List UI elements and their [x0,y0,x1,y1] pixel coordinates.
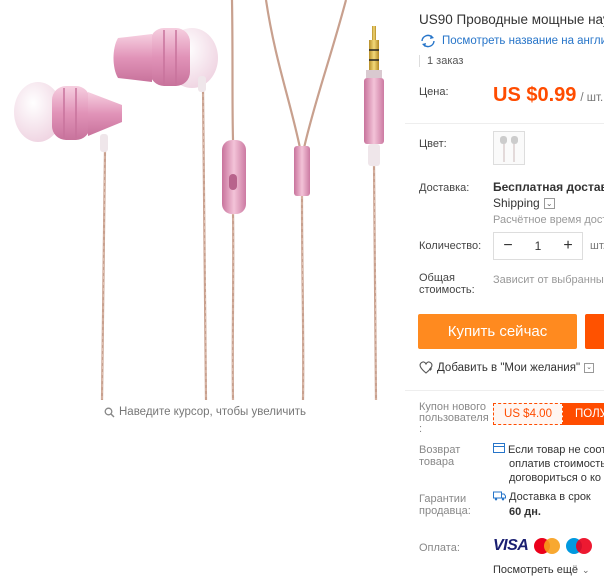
guarantee-info: Доставка в срок 60 дн. [493,490,591,520]
price-value: US $0.99/ шт. [493,84,603,107]
return-label-line2: товара [419,456,455,468]
guarantee-label-line1: Гарантии [419,493,467,505]
buy-now-button[interactable]: Купить сейчас [418,314,577,349]
coupon-get-button[interactable]: ПОЛУ [563,403,604,425]
product-title: US90 Проводные мощные нау [419,12,604,27]
price-label: Цена: [419,86,449,98]
mastercard-icon [534,537,561,555]
return-policy: Если товар не соот оплатив стоимость дог… [493,443,604,485]
delivery-time: Расчётное время дост [493,214,604,226]
price-unit: / шт. [580,92,604,104]
earphone-thumbnail-icon [500,136,518,162]
divider [405,390,604,391]
coupon-label: Купон нового пользователя : [419,402,489,435]
color-option-thumbnail[interactable] [493,131,525,165]
chevron-down-icon: ⌄ [584,362,595,373]
total-label-line2: стоимость: [419,284,475,296]
delivery-label: Доставка: [419,182,470,194]
maestro-icon [566,537,593,555]
orders-count: 1 заказ [419,55,463,67]
guarantee-line2: 60 дн. [509,506,541,518]
product-gallery: Наведите курсор, чтобы увеличить [0,0,405,579]
zoom-hint: Наведите курсор, чтобы увеличить [104,406,306,418]
quantity-increase-button[interactable]: + [562,237,574,255]
more-payment-link[interactable]: Посмотреть ещё ⌄ [493,564,590,576]
payment-label: Оплата: [419,542,460,554]
quantity-unit: шт. [590,240,604,252]
product-image[interactable] [0,0,405,400]
search-icon [104,407,115,417]
delivery-method-select[interactable]: Shipping ⌄ [493,196,555,210]
return-icon [493,443,505,453]
wishlist-button[interactable]: Добавить в "Мои желания" ⌄ [419,361,595,374]
coupon-label-line2: пользователя [419,412,489,424]
return-policy-line2: оплатив стоимость [509,458,604,470]
return-label: Возврат товара [419,444,460,468]
payment-methods: VISA [493,537,593,555]
quantity-label: Количество: [419,240,482,252]
total-value: Зависит от выбранны [493,274,604,286]
guarantee-line1: Доставка в срок [493,490,591,505]
delivery-free: Бесплатная доставка [493,180,604,194]
guarantee-label: Гарантии продавца: [419,493,471,517]
price-amount: US $0.99 [493,84,577,106]
return-label-line1: Возврат [419,444,461,456]
add-to-cart-button[interactable] [585,314,604,349]
product-info-panel: US90 Проводные мощные нау Посмотреть наз… [405,0,604,579]
heart-icon [419,361,433,374]
quantity-input[interactable]: 1 [535,239,542,253]
chevron-down-icon: ⌄ [543,197,555,209]
translate-row[interactable]: Посмотреть название на англи [419,34,604,48]
total-label-line1: Общая [419,272,455,284]
visa-icon: VISA [493,537,529,554]
zoom-hint-text: Наведите курсор, чтобы увеличить [119,406,307,418]
divider [405,123,604,124]
truck-icon [493,491,506,501]
total-label: Общая стоимость: [419,272,475,296]
coupon-value: US $4.00 [493,403,563,425]
quantity-decrease-button[interactable]: − [502,237,514,255]
wishlist-label: Добавить в "Мои желания" [437,361,581,374]
coupon-label-line3: : [419,423,423,435]
color-label: Цвет: [419,138,447,150]
quantity-stepper: − 1 + [493,232,583,260]
translate-link[interactable]: Посмотреть название на англи [442,35,604,47]
chevron-down-icon: ⌄ [581,564,590,575]
more-payment-label: Посмотреть ещё [493,564,578,576]
delivery-method-label: Shipping [493,196,540,210]
guarantee-label-line2: продавца: [419,505,471,517]
return-policy-line1: Если товар не соот [493,443,604,457]
return-policy-line3: договориться о ко [509,472,602,484]
translate-icon [421,34,435,48]
